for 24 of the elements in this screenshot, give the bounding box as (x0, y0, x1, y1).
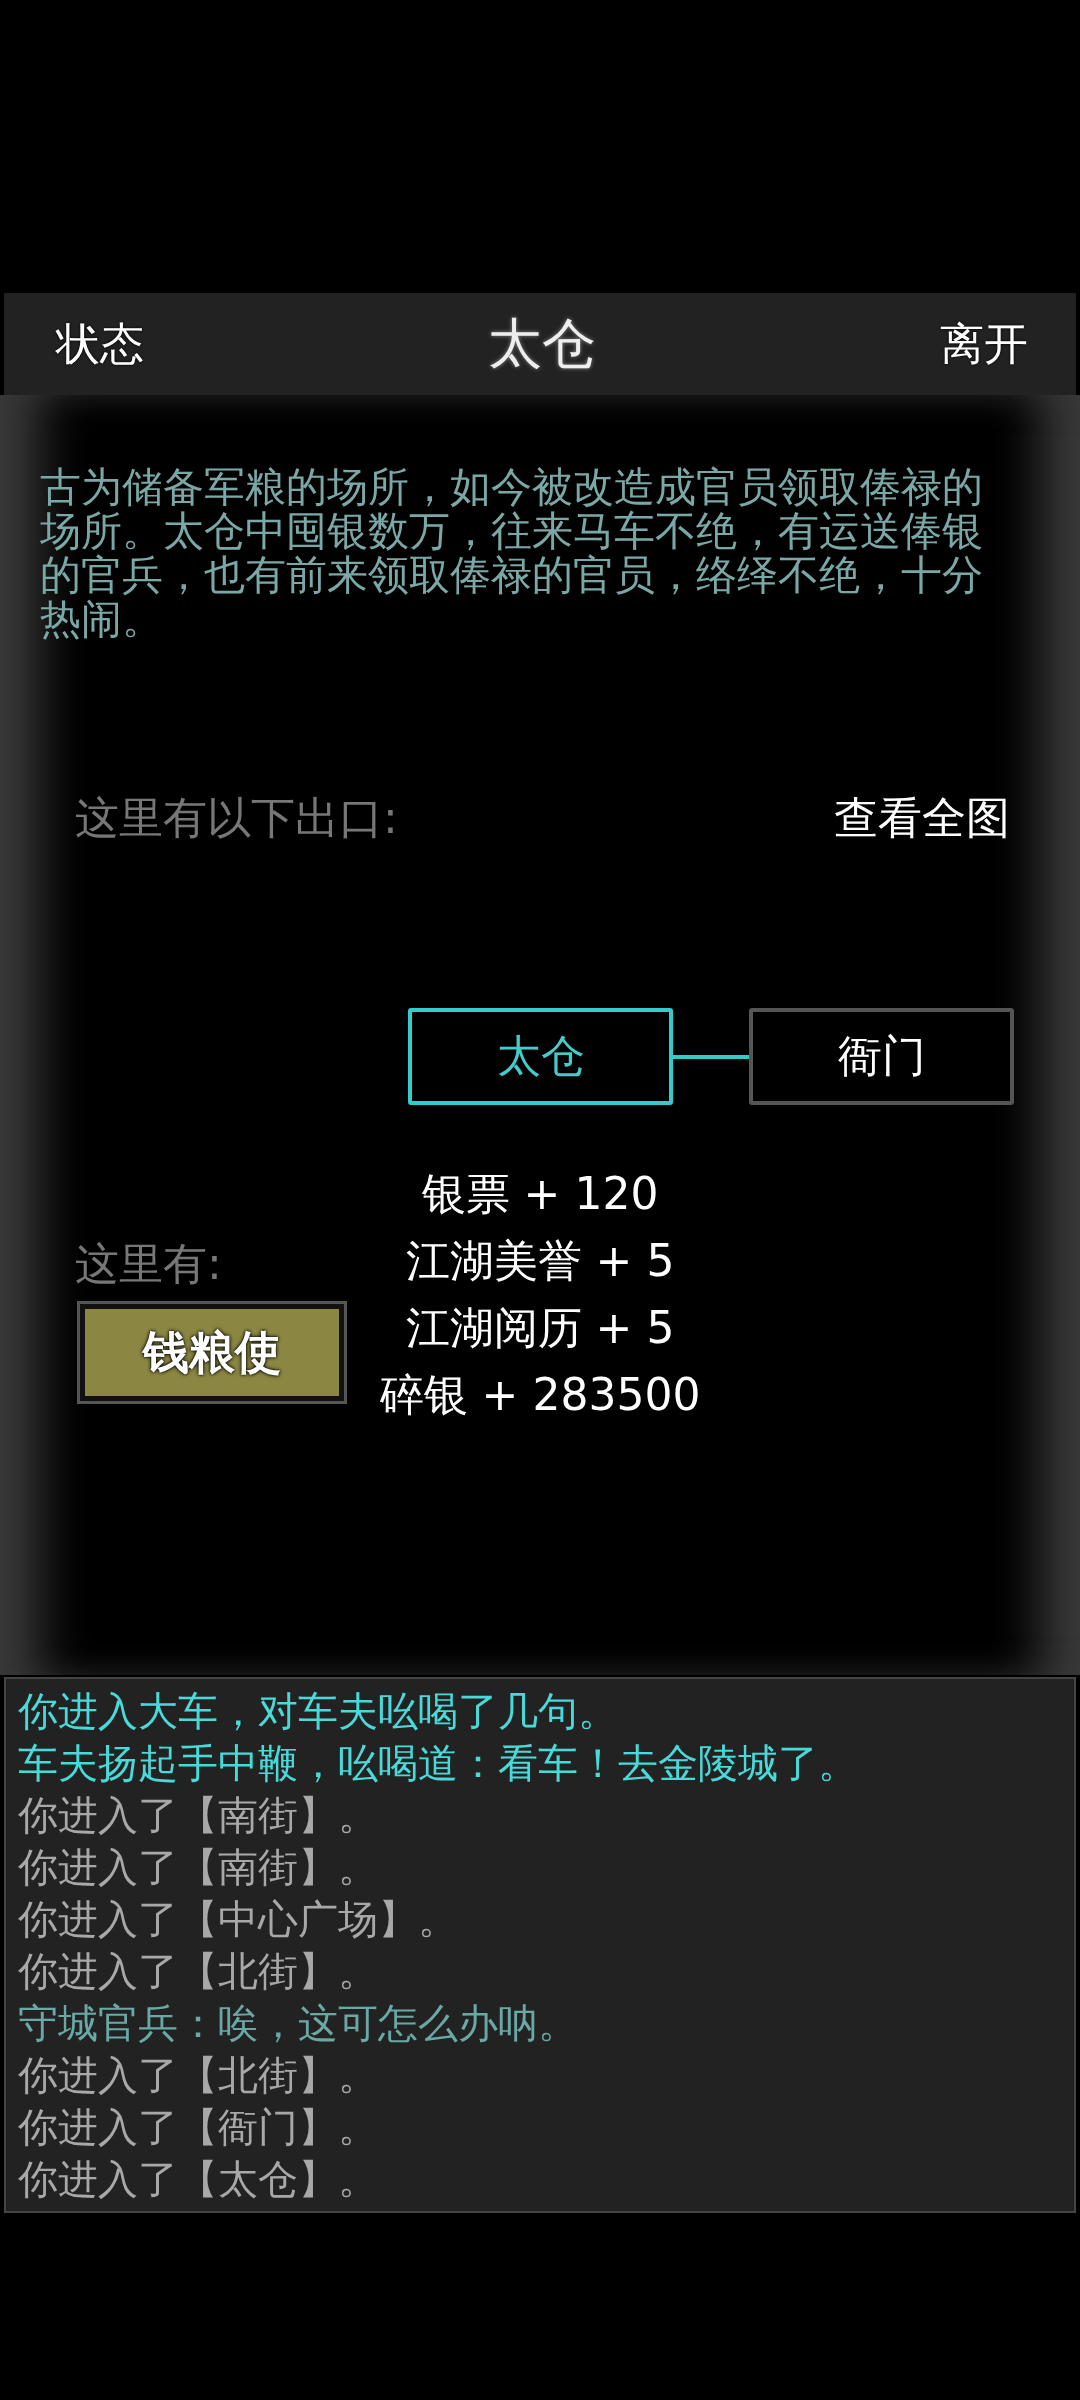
log-line: 你进入了【北街】。 (18, 2051, 379, 2100)
reward-text: 江湖美誉 + 5 (405, 1234, 675, 1288)
map-node[interactable]: 太仓 (408, 1008, 673, 1105)
location-description: 古为储备军粮的场所，如今被改造成官员领取俸禄的场所。太仓中囤银数万，往来马车不绝，有运送俸银的官兵，也有前来领取俸禄的官员，络绎不绝，十分热闹。 (40, 465, 984, 641)
leave-button[interactable]: 离开 (940, 314, 1028, 374)
status-button[interactable]: 状态 (56, 314, 144, 374)
reward-text: 江湖阅历 + 5 (405, 1301, 675, 1355)
reward-text: 银票 + 120 (421, 1167, 659, 1221)
log-line: 你进入大车，对车夫吆喝了几句。 (18, 1687, 619, 1736)
log-line: 你进入了【太仓】。 (18, 2155, 379, 2204)
here-label: 这里有: (75, 1237, 222, 1291)
location-title: 太仓 (488, 310, 596, 377)
reward-text: 碎银 + 283500 (379, 1368, 701, 1422)
full-map-link[interactable]: 查看全图 (834, 789, 1010, 848)
map-node[interactable]: 衙门 (749, 1008, 1014, 1105)
log-line: 你进入了【南街】。 (18, 1791, 379, 1840)
exits-label: 这里有以下出口: (75, 791, 398, 845)
log-line: 你进入了【南街】。 (18, 1843, 379, 1892)
log-line: 你进入了【北街】。 (18, 1947, 379, 1996)
log-line: 车夫扬起手中鞭，吆喝道：看车！去金陵城了。 (18, 1739, 859, 1788)
log-line: 守城官兵：唉，这可怎么办呐。 (18, 1999, 579, 2048)
log-line: 你进入了【衙门】。 (18, 2103, 379, 2152)
log-line: 你进入了【中心广场】。 (18, 1895, 459, 1944)
npc-button[interactable]: 钱粮使 (80, 1304, 344, 1401)
